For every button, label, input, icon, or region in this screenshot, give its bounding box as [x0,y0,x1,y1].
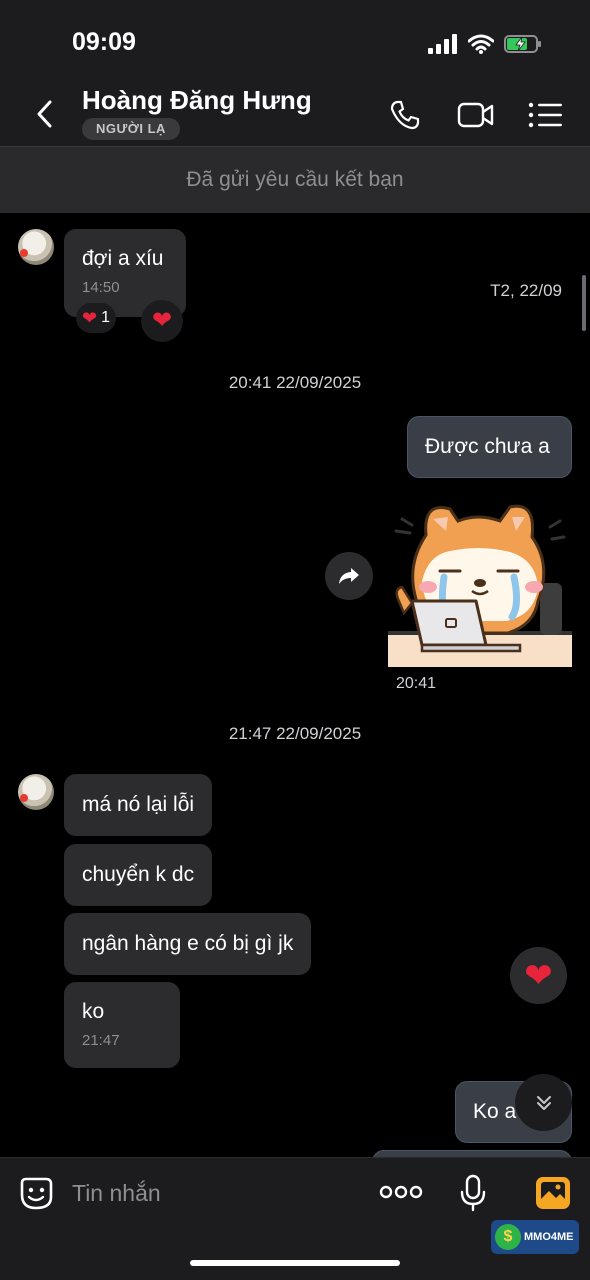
video-call-button[interactable] [456,96,496,134]
scrollbar[interactable] [582,275,586,331]
message-text: chuyển k dc [82,863,195,886]
stranger-badge: NGƯỜI LẠ [82,118,180,140]
back-arrow-icon [37,100,52,128]
avatar[interactable] [18,774,54,810]
message-composer: Tin nhắn $ MMO4ME [0,1157,590,1280]
message-bubble-outgoing[interactable]: Được chưa a [407,416,572,478]
message-text: Được chưa a [425,435,550,458]
status-time: 09:09 [72,28,136,56]
signal-icon [428,34,457,54]
chat-menu-button[interactable] [526,96,564,134]
contact-name[interactable]: Hoàng Đăng Hưng [82,85,312,116]
status-icons [428,32,542,56]
forward-button[interactable] [325,552,373,600]
more-button[interactable] [378,1180,424,1204]
timestamp-divider: 20:41 22/09/2025 [228,373,362,392]
chat-header: Hoàng Đăng Hưng NGƯỜI LẠ [0,80,590,146]
image-icon [536,1177,570,1209]
message-bubble[interactable]: ngân hàng e có bị gì jk [64,913,312,975]
home-indicator[interactable] [190,1260,400,1266]
message-time: 14:50 [82,279,120,296]
scroll-to-bottom-button[interactable] [515,1074,572,1131]
message-time: 20:41 [396,675,437,692]
watermark-text: MMO4ME [524,1231,574,1243]
message-time: 21:47 [82,1032,120,1049]
voice-button[interactable] [456,1173,490,1213]
forward-icon [339,568,359,584]
friend-request-status: Đã gửi yêu cầu kết bạn [0,146,590,213]
chat-messages[interactable]: đợi a xíu 14:50 ❤ 1 ❤ T2, 22/09 20:41 22… [0,213,590,1157]
message-bubble[interactable]: ko 21:47 [64,982,180,1068]
message-bubble[interactable]: má nó lại lỗi [64,774,213,836]
emoji-icon [20,1177,53,1210]
watermark-logo: $ MMO4ME [491,1220,579,1254]
more-icon [379,1185,423,1199]
sticker[interactable] [388,495,572,667]
back-button[interactable] [28,94,60,134]
message-bubble-outgoing[interactable] [372,1150,572,1157]
video-camera-icon [457,102,494,128]
emoji-button[interactable] [17,1174,55,1212]
avatar[interactable] [18,229,54,265]
message-text: đợi a xíu [82,247,164,270]
heart-icon: ❤ [524,956,553,995]
double-chevron-down-icon [536,1095,551,1110]
date-label: T2, 22/09 [490,281,562,300]
timestamp-divider: 21:47 22/09/2025 [228,724,362,743]
menu-list-icon [528,102,562,128]
message-text: má nó lại lỗi [82,793,195,816]
message-text: ko [82,1000,105,1023]
dollar-icon: $ [495,1224,521,1250]
message-text: Ko a [473,1100,517,1123]
heart-icon: ❤ [151,307,173,334]
status-bar: 09:09 [0,0,590,80]
message-text: ngân hàng e có bị gì jk [82,932,294,955]
reaction-count[interactable]: ❤ 1 [76,303,116,333]
reaction-count-value: 1 [101,309,110,326]
image-button[interactable] [533,1174,573,1212]
react-button[interactable]: ❤ [141,300,183,342]
wifi-icon [468,34,494,54]
battery-charging-icon [504,35,541,53]
crying-shiba-laptop-sticker [388,504,572,667]
message-input[interactable]: Tin nhắn [72,1180,161,1207]
call-button[interactable] [386,96,424,134]
heart-icon: ❤ [82,308,98,328]
message-bubble[interactable]: chuyển k dc [64,844,213,906]
phone-icon [390,100,420,130]
microphone-icon [460,1174,486,1212]
react-button[interactable]: ❤ [510,947,567,1004]
